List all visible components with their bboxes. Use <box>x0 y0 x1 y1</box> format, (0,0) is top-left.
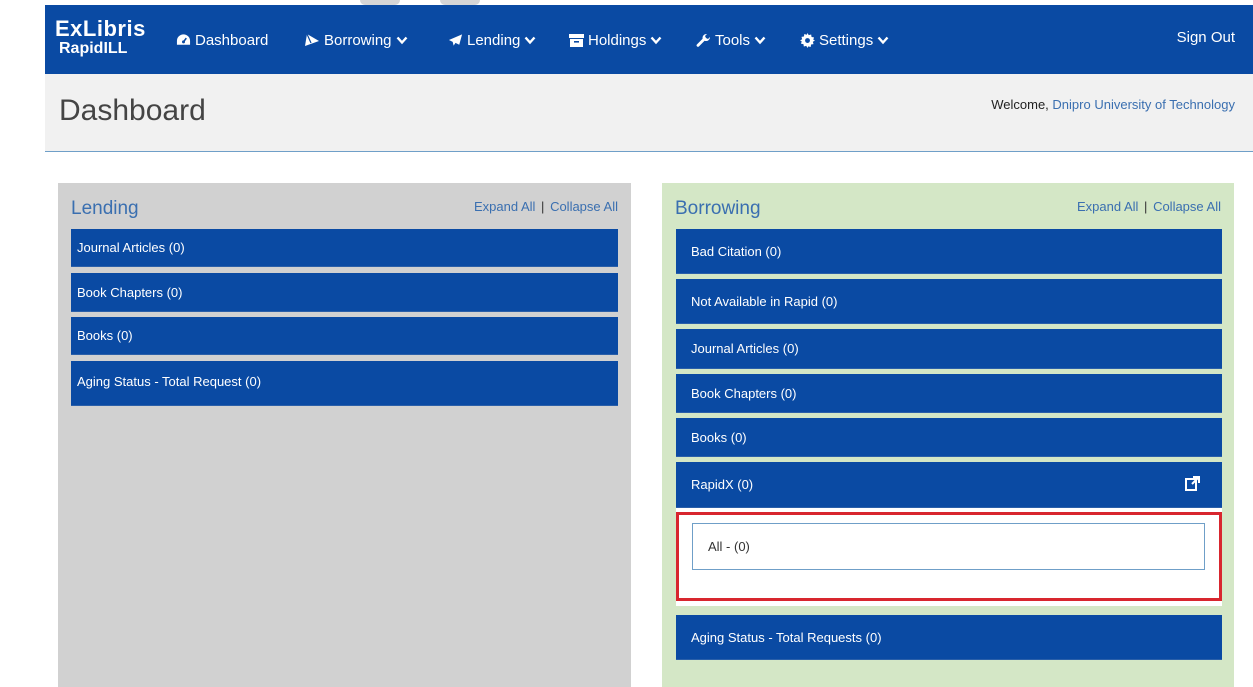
chevron-down-icon <box>877 36 889 44</box>
paper-plane-icon <box>448 34 463 46</box>
lending-panel: Lending Expand All | Collapse All Journa… <box>58 183 631 687</box>
gear-icon <box>800 32 815 48</box>
borrowing-icon <box>305 33 319 46</box>
lending-journal-articles-bar[interactable]: Journal Articles (0) <box>71 229 618 267</box>
dashboard-icon <box>176 34 191 45</box>
lending-books-bar[interactable]: Books (0) <box>71 317 618 355</box>
lending-aging-status-bar[interactable]: Aging Status - Total Request (0) <box>71 361 618 406</box>
wrench-icon <box>696 33 711 47</box>
welcome-prefix: Welcome, <box>991 97 1049 112</box>
institution-link[interactable]: Dnipro University of Technology <box>1052 97 1235 112</box>
borrowing-rapidx-bar[interactable]: RapidX (0) <box>676 462 1222 508</box>
nav-settings-label: Settings <box>819 31 874 49</box>
lending-book-chapters-bar[interactable]: Book Chapters (0) <box>71 273 618 312</box>
borrowing-book-chapters-bar[interactable]: Book Chapters (0) <box>676 374 1222 413</box>
borrowing-collapse-all-link[interactable]: Collapse All <box>1153 199 1221 214</box>
logo-line1: ExLibris <box>55 16 146 41</box>
borrowing-panel: Borrowing Expand All | Collapse All Bad … <box>662 183 1234 687</box>
borrowing-panel-actions: Expand All | Collapse All <box>1077 199 1221 214</box>
page-header: Dashboard Welcome, Dnipro University of … <box>45 74 1253 152</box>
borrowing-books-bar[interactable]: Books (0) <box>676 418 1222 457</box>
archive-icon <box>569 33 584 47</box>
logo-line2: RapidILL <box>59 40 128 57</box>
lending-expand-all-link[interactable]: Expand All <box>474 199 535 214</box>
top-navbar: ExLibris RapidILL Dashboard Borrowing Le… <box>45 5 1253 74</box>
chevron-down-icon <box>524 36 536 44</box>
borrowing-bad-citation-bar[interactable]: Bad Citation (0) <box>676 229 1222 274</box>
lending-collapse-all-link[interactable]: Collapse All <box>550 199 618 214</box>
highlight-box <box>676 512 1222 601</box>
page-title: Dashboard <box>59 94 206 127</box>
rapidx-label: RapidX (0) <box>691 477 754 492</box>
nav-dashboard[interactable]: Dashboard <box>176 29 268 51</box>
chevron-down-icon <box>754 36 766 44</box>
borrowing-expand-all-link[interactable]: Expand All <box>1077 199 1138 214</box>
chevron-down-icon <box>396 36 407 44</box>
sign-out-link[interactable]: Sign Out <box>1177 29 1235 46</box>
nav-holdings[interactable]: Holdings <box>569 29 666 51</box>
borrowing-journal-articles-bar[interactable]: Journal Articles (0) <box>676 329 1222 369</box>
nav-settings[interactable]: Settings <box>800 29 893 51</box>
nav-borrowing-label: Borrowing <box>324 31 392 49</box>
borrowing-panel-title: Borrowing <box>675 198 761 219</box>
nav-holdings-label: Holdings <box>588 31 647 49</box>
nav-tools[interactable]: Tools <box>696 29 770 51</box>
nav-lending-label: Lending <box>467 31 521 49</box>
borrowing-aging-status-bar[interactable]: Aging Status - Total Requests (0) <box>676 615 1222 660</box>
nav-lending[interactable]: Lending <box>448 29 540 51</box>
chevron-down-icon <box>650 36 662 44</box>
external-link-icon[interactable] <box>1185 476 1200 491</box>
welcome-message: Welcome, Dnipro University of Technology <box>991 97 1235 112</box>
nav-tools-label: Tools <box>715 31 751 49</box>
lending-panel-title: Lending <box>71 198 139 219</box>
exlibris-rapidill-logo[interactable]: ExLibris RapidILL <box>55 18 145 64</box>
nav-borrowing[interactable]: Borrowing <box>304 29 412 51</box>
nav-dashboard-label: Dashboard <box>195 31 269 49</box>
separator: | <box>541 199 545 214</box>
lending-panel-actions: Expand All | Collapse All <box>474 199 618 214</box>
borrowing-not-available-bar[interactable]: Not Available in Rapid (0) <box>676 279 1222 324</box>
separator: | <box>1144 199 1148 214</box>
